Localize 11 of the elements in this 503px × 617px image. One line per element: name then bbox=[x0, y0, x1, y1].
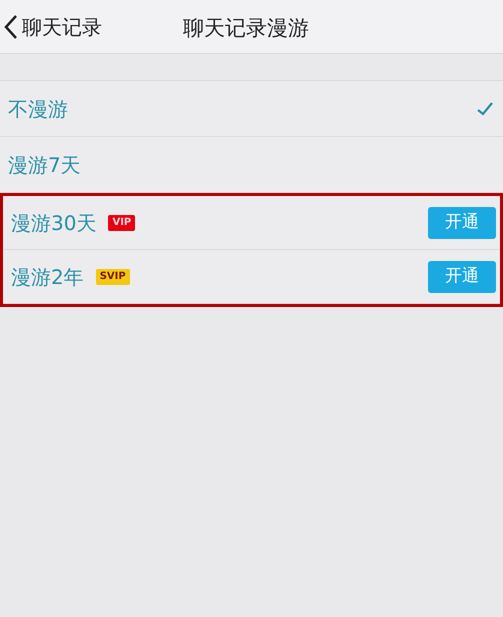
back-icon bbox=[4, 14, 18, 40]
option-label: 不漫游 bbox=[8, 96, 68, 122]
activate-button[interactable]: 开通 bbox=[428, 206, 496, 238]
option-label: 漫游7天 bbox=[8, 152, 81, 178]
back-button[interactable]: 聊天记录 bbox=[0, 12, 102, 42]
option-label: 漫游2年 bbox=[11, 264, 84, 290]
activate-button[interactable]: 开通 bbox=[428, 260, 496, 292]
membership-badge: SVIP bbox=[96, 268, 130, 284]
window-title: 聊天记录漫游 bbox=[183, 15, 309, 42]
membership-badge: VIP bbox=[108, 214, 136, 230]
option-label: 漫游30天 bbox=[11, 210, 96, 236]
